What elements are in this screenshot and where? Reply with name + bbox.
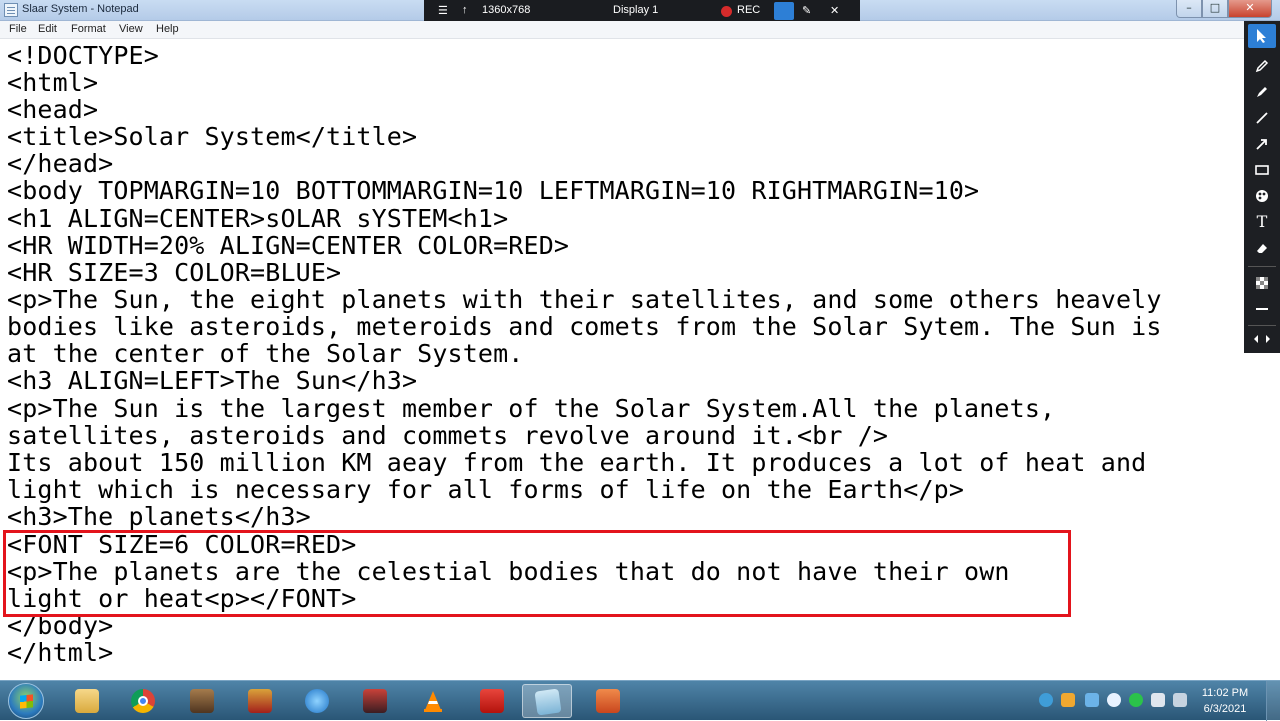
window-title: Slaar System - Notepad [22,3,139,15]
pen-icon[interactable] [1248,54,1276,78]
network-globe-icon[interactable] [1039,693,1053,707]
rec-label[interactable]: REC [737,4,760,16]
code-line: </head> [7,149,114,178]
toolbar-divider [1248,266,1276,267]
rectangle-icon[interactable] [1248,158,1276,182]
explorer-app[interactable] [62,684,112,718]
highlight-rectangle [3,530,1071,617]
text-editor-area[interactable]: <!DOCTYPE> <html> <head> <title>Solar Sy… [0,39,1244,680]
menu-file[interactable]: File [9,23,27,35]
code-line: <html> [7,68,99,97]
checkerboard-icon[interactable] [1248,271,1276,295]
code-line: bodies like asteroids, meteroids and com… [7,312,1162,341]
volume-icon[interactable] [1173,693,1187,707]
code-line: <p>The Sun, the eight planets with their… [7,285,1162,314]
ironman-app[interactable] [235,684,285,718]
security-icon[interactable] [1129,693,1143,707]
vlc-app[interactable] [408,684,458,718]
sync-icon[interactable] [1107,693,1121,707]
arrow-icon[interactable] [1248,132,1276,156]
resolution-label: 1360x768 [482,4,531,16]
menu-icon[interactable]: ☰ [438,4,448,17]
code-line: light which is necessary for all forms o… [7,475,965,504]
powerpoint-app[interactable] [583,684,633,718]
ie-app[interactable] [292,684,342,718]
chrome-app[interactable] [118,684,168,718]
menu-help[interactable]: Help [156,23,179,35]
game-icon [190,689,214,713]
speaker-icon[interactable] [1061,693,1075,707]
code-line: <!DOCTYPE> [7,41,159,70]
explorer-icon [75,689,99,713]
pin-icon[interactable]: ↑ [462,4,468,16]
acrobat-app[interactable] [467,684,517,718]
notepad-icon [534,688,562,716]
toolbar-divider [1248,325,1276,326]
notepad-app[interactable] [522,684,572,718]
cursor-icon[interactable] [1248,24,1276,48]
tekken-icon [363,689,387,713]
divider-icon[interactable] [1248,297,1276,321]
close-button[interactable]: ✕ [1228,0,1272,18]
recorder-bar: ☰ ↑ 1360x768 Display 1 REC ✎ ✕ [424,0,860,22]
start-button[interactable] [8,683,44,719]
game-app[interactable] [177,684,227,718]
acrobat-icon [480,689,504,713]
minimize-button[interactable]: – [1176,0,1202,18]
code-line: </html> [7,638,114,667]
maximize-button[interactable]: □ [1202,0,1228,18]
line-icon[interactable] [1248,106,1276,130]
code-line: <HR SIZE=3 COLOR=BLUE> [7,258,342,287]
chrome-icon [131,689,155,713]
code-line: <p>The Sun is the largest member of the … [7,394,1056,423]
draw-icon[interactable]: ✎ [802,4,811,17]
eraser-icon[interactable] [1248,236,1276,260]
tekken-app[interactable] [350,684,400,718]
highlighter-icon[interactable] [1248,80,1276,104]
ironman-icon [248,689,272,713]
notepad-app-icon [4,3,18,17]
clock-time[interactable]: 11:02 PM [1194,687,1256,699]
code-line: <h1 ALIGN=CENTER>sOLAR sYSTEM<h1> [7,204,509,233]
menu-format[interactable]: Format [71,23,106,35]
menu-edit[interactable]: Edit [38,23,57,35]
expand-icon[interactable] [1248,328,1276,352]
code-line: <HR WIDTH=20% ALIGN=CENTER COLOR=RED> [7,231,570,260]
cloud-icon[interactable] [1151,693,1165,707]
text-icon[interactable]: T [1248,210,1276,234]
menu-view[interactable]: View [119,23,143,35]
display-icon[interactable] [1085,693,1099,707]
code-line: <title>Solar System</title> [7,122,418,151]
taskbar: 11:02 PM 6/3/2021 [0,680,1280,721]
clock-date[interactable]: 6/3/2021 [1194,703,1256,715]
show-desktop-button[interactable] [1266,681,1280,721]
code-line: <h3>The planets</h3> [7,502,311,531]
record-icon[interactable] [721,6,732,17]
code-line: <h3 ALIGN=LEFT>The Sun</h3> [7,366,418,395]
annotation-toolbar: T [1244,21,1280,353]
recorder-close-icon[interactable]: ✕ [830,4,839,17]
code-line: satellites, asteroids and commets revolv… [7,421,889,450]
code-line: at the center of the Solar System. [7,339,524,368]
vlc-icon [424,691,442,712]
ie-icon [305,689,329,713]
code-line: Its about 150 million KM aeay from the e… [7,448,1147,477]
powerpoint-icon [596,689,620,713]
display-label[interactable]: Display 1 [613,4,658,16]
code-line: <body TOPMARGIN=10 BOTTOMMARGIN=10 LEFTM… [7,176,980,205]
camera-toggle-icon[interactable] [774,2,794,20]
menu-bar: File Edit Format View Help [0,21,1244,39]
color-palette-icon[interactable] [1248,184,1276,208]
code-line: <head> [7,95,99,124]
